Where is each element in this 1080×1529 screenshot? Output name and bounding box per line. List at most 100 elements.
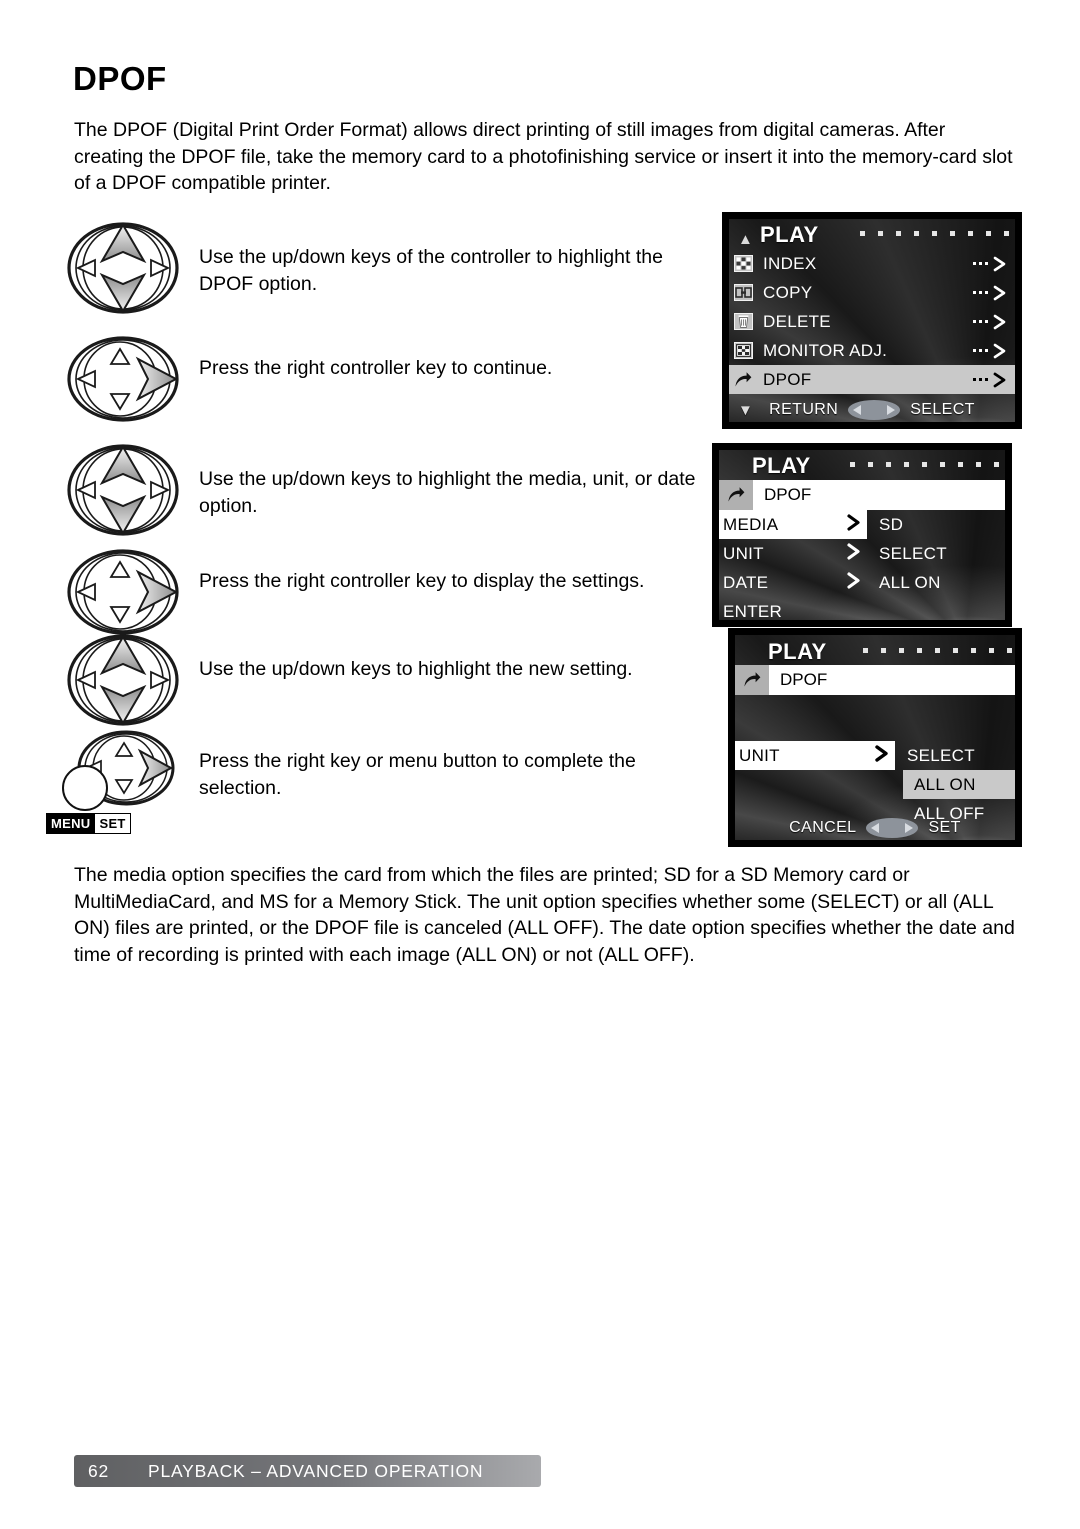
lcd3-spacer <box>735 695 1015 741</box>
lcd1-guide-right-label: SELECT <box>910 401 975 418</box>
submenu-arrow-copy <box>973 285 1007 301</box>
setting-media-value: SD <box>879 514 904 534</box>
chevron-right-icon-media <box>847 513 861 536</box>
setting-enter-label: ENTER <box>723 601 783 621</box>
scroll-up-icon-1[interactable]: ▲ <box>738 232 753 247</box>
lcd3-dpof-header: DPOF <box>735 665 1015 695</box>
lcd-screen-play-menu: ▲ PLAY INDEX COPY DELETE MONITOR ADJ. DP… <box>722 212 1022 429</box>
chevron-right-icon-unit-selected <box>875 744 889 767</box>
pad-right-arrow-icon <box>887 405 896 415</box>
submenu-arrow-monitor-adj <box>973 343 1007 359</box>
intro-text: The DPOF (Digital Print Order Format) al… <box>74 119 1013 194</box>
menu-item-monitor-adj[interactable]: MONITOR ADJ. <box>729 336 1015 365</box>
setting-date-value: ALL ON <box>879 572 941 592</box>
setting-row-enter-name: ENTER <box>719 597 867 621</box>
lcd3-title-dots <box>863 648 1015 653</box>
index-icon <box>732 254 754 274</box>
menu-set-badge: MENU SET <box>46 813 131 834</box>
setting-row-unit-name: UNIT <box>719 539 867 568</box>
option-all-on[interactable]: ALL ON <box>903 770 1015 799</box>
delete-trash-icon <box>732 312 754 332</box>
footer-bar: 62 PLAYBACK – ADVANCED OPERATION <box>74 1455 541 1487</box>
footer-page-number: 62 <box>88 1460 110 1481</box>
controller-updown-icon-1 <box>64 222 184 314</box>
menu-item-delete[interactable]: DELETE <box>729 307 1015 336</box>
setting-row-media[interactable]: MEDIA SD <box>719 510 1005 539</box>
setting-row-unit[interactable]: UNIT SELECT <box>719 539 1005 568</box>
closing-paragraph: The media option specifies the card from… <box>74 862 1024 968</box>
menu-item-copy-label: COPY <box>763 282 813 302</box>
step-text-5: Use the up/down keys to highlight the ne… <box>199 658 633 680</box>
setting-date-label: DATE <box>723 572 769 592</box>
step-row-5: Use the up/down keys to highlight the ne… <box>64 634 719 726</box>
submenu-arrow-index <box>973 256 1007 272</box>
scroll-down-icon-1[interactable]: ▼ <box>738 403 753 418</box>
menu-button-circle[interactable] <box>62 765 108 811</box>
setting-media-label: MEDIA <box>723 514 779 534</box>
controller-updown-icon-3 <box>64 634 184 726</box>
setting-unit-value: SELECT <box>879 543 947 563</box>
pad-left-arrow-icon <box>853 405 862 415</box>
lcd2-dpof-header-label: DPOF <box>753 480 1005 510</box>
page-title: DPOF <box>73 60 167 97</box>
step-text-4: Press the right controller key to displa… <box>199 570 645 592</box>
setting-row-unit-selected-name: UNIT <box>735 741 895 770</box>
menu-item-copy[interactable]: COPY <box>729 278 1015 307</box>
lcd2-title-dots <box>850 462 1005 467</box>
step-row-3: Use the up/down keys to highlight the me… <box>64 444 719 536</box>
lcd-screen-dpof-settings: PLAY DPOF MEDIA SD UNIT SELECT DATE ALL … <box>712 443 1012 627</box>
lcd1-title-dots <box>860 231 1015 236</box>
step-text-2: Press the right controller key to contin… <box>199 357 553 379</box>
pad-left-arrow-icon <box>871 823 880 833</box>
setting-row-media-name: MEDIA <box>719 510 867 539</box>
copy-icon <box>732 283 754 303</box>
lcd-screen-1-content: ▲ PLAY INDEX COPY DELETE MONITOR ADJ. DP… <box>729 219 1015 422</box>
lcd1-guide-left-label: RETURN <box>769 401 839 418</box>
pad-right-arrow-icon <box>905 823 914 833</box>
controller-right-icon-1 <box>64 333 184 425</box>
lcd-screen-2-content: PLAY DPOF MEDIA SD UNIT SELECT DATE ALL … <box>719 450 1005 620</box>
setting-row-date-name: DATE <box>719 568 867 597</box>
lcd3-titlebar: PLAY <box>735 635 1015 665</box>
menu-item-dpof[interactable]: DPOF <box>729 365 1015 394</box>
lcd1-guide-bar: ▼ RETURN SELECT <box>729 400 1015 420</box>
lcd2-title: PLAY <box>752 453 811 478</box>
set-badge-label: SET <box>94 814 130 833</box>
lcd-screen-unit-options: PLAY DPOF UNIT SELECT ALL ON ALL OFF CAN… <box>728 628 1022 847</box>
monitor-adj-icon <box>732 341 754 361</box>
submenu-arrow-dpof <box>973 372 1007 388</box>
setting-row-enter[interactable]: ENTER <box>719 597 1005 621</box>
setting-unit-selected-label: UNIT <box>739 745 780 765</box>
menu-item-delete-label: DELETE <box>763 311 831 331</box>
lcd1-titlebar: ▲ PLAY <box>729 219 1015 249</box>
menu-item-index-label: INDEX <box>763 253 817 273</box>
step-row-1: Use the up/down keys of the controller t… <box>64 222 719 314</box>
dpof-arrow-icon <box>719 480 753 510</box>
setting-unit-label: UNIT <box>723 543 764 563</box>
lcd3-pad-indicator <box>866 818 919 838</box>
menu-item-dpof-label: DPOF <box>763 369 812 389</box>
option-select[interactable]: SELECT <box>907 746 975 766</box>
step-text-6: Press the right key or menu button to co… <box>199 750 636 799</box>
setting-row-unit-selected[interactable]: UNIT SELECT <box>735 741 1015 770</box>
lcd2-titlebar: PLAY <box>719 450 1005 480</box>
menu-item-index[interactable]: INDEX <box>729 249 1015 278</box>
lcd3-guide-left-label: CANCEL <box>789 819 857 836</box>
lcd-screen-3-content: PLAY DPOF UNIT SELECT ALL ON ALL OFF CAN… <box>735 635 1015 840</box>
step-row-2: Press the right controller key to contin… <box>64 333 719 425</box>
chevron-right-icon-unit <box>847 542 861 565</box>
step-row-4: Press the right controller key to displa… <box>64 546 719 638</box>
menu-button-graphic: MENU SET <box>46 765 176 840</box>
dpof-arrow-icon <box>732 370 754 390</box>
step-text-3: Use the up/down keys to highlight the me… <box>199 468 696 517</box>
lcd1-pad-indicator <box>848 400 901 420</box>
step-text-1: Use the up/down keys of the controller t… <box>199 246 663 295</box>
lcd3-title: PLAY <box>768 639 827 664</box>
lcd3-guide-right-label: SET <box>928 819 961 836</box>
setting-row-date[interactable]: DATE ALL ON <box>719 568 1005 597</box>
intro-paragraph: The DPOF (Digital Print Order Format) al… <box>74 117 1019 197</box>
lcd2-dpof-header: DPOF <box>719 480 1005 510</box>
menu-item-monitor-adj-label: MONITOR ADJ. <box>763 340 888 360</box>
footer-section-label: PLAYBACK – ADVANCED OPERATION <box>148 1460 484 1481</box>
menu-badge-label: MENU <box>47 814 95 833</box>
